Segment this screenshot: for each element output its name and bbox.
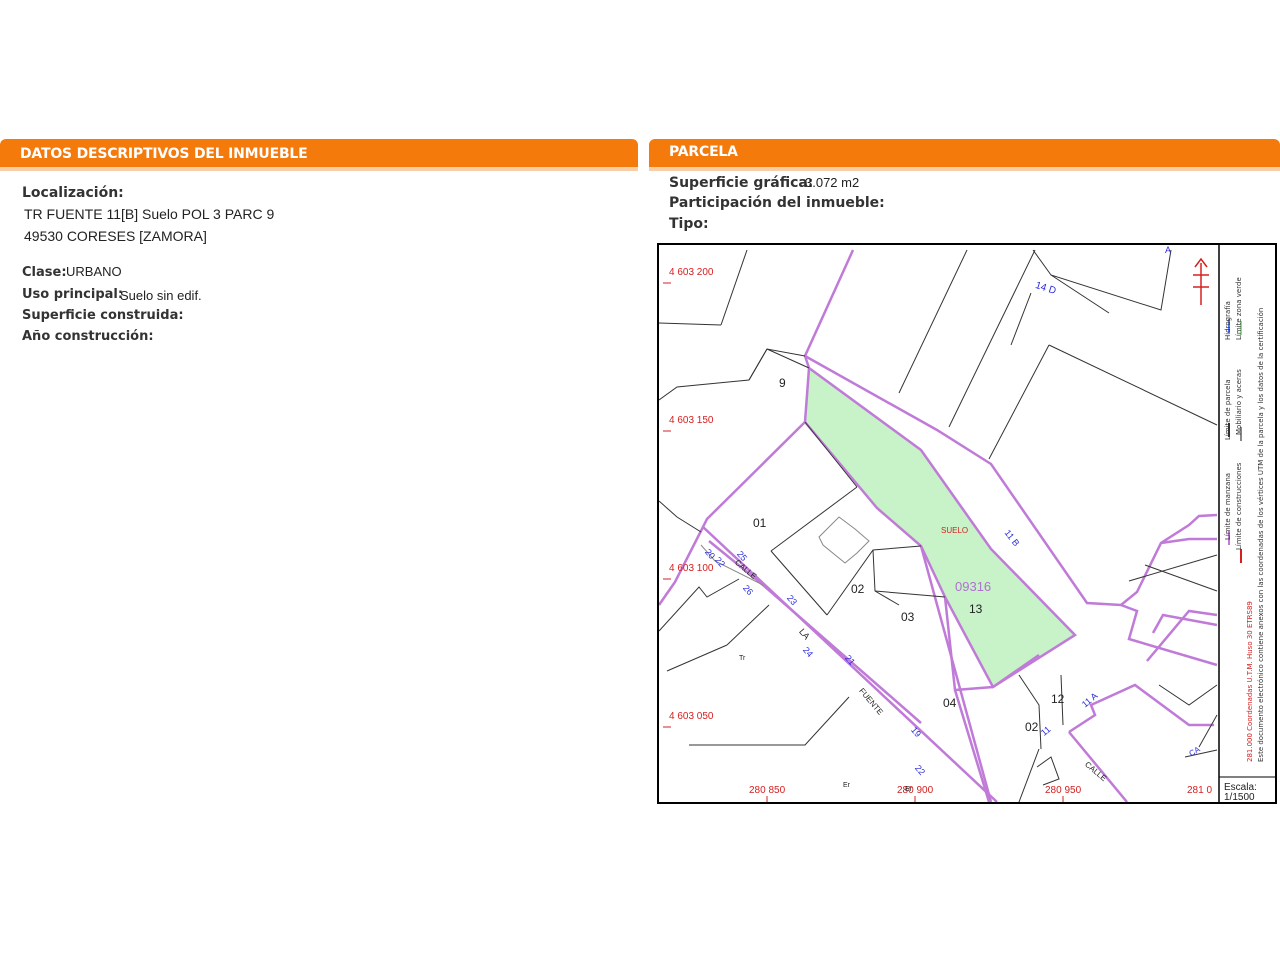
parcel-label-02b: 02 bbox=[1025, 720, 1039, 734]
map-label-er-2: Er bbox=[905, 786, 912, 793]
superficie-grafica-value: 3.072 m2 bbox=[805, 175, 860, 190]
x-coord-4: 281 0 bbox=[1187, 785, 1213, 796]
address-line1: TR FUENTE 11[B] Suelo POL 3 PARC 9 bbox=[24, 206, 275, 222]
map-label-er: Er bbox=[843, 782, 850, 789]
north-arrow-icon bbox=[1193, 257, 1209, 305]
coord-ticks bbox=[663, 282, 1064, 802]
descriptive-data-header: DATOS DESCRIPTIVOS DEL INMUEBLE bbox=[0, 139, 638, 167]
map-label-tr: Tr bbox=[739, 655, 746, 662]
localizacion-label: Localización: bbox=[22, 185, 124, 201]
map-label-a: A bbox=[1165, 245, 1172, 255]
parcel-label-9: 9 bbox=[779, 376, 786, 390]
superficie-construida-label: Superficie construida: bbox=[22, 308, 184, 323]
legend-manzana: Límite de manzana bbox=[1224, 472, 1232, 540]
y-coord-4: 4 603 050 bbox=[669, 711, 714, 722]
parcel-label-03: 03 bbox=[901, 610, 915, 624]
tipo-label: Tipo: bbox=[669, 216, 709, 232]
parcel-label-12: 12 bbox=[1051, 692, 1065, 706]
header-underline bbox=[0, 167, 638, 171]
map-canvas bbox=[659, 245, 1275, 802]
parcela-title: PARCELA bbox=[669, 144, 738, 160]
parcel-id: 09316 bbox=[955, 579, 992, 594]
legend-mobiliario: Mobiliario y aceras bbox=[1235, 369, 1243, 435]
legend-construcciones: Límite de construcciones bbox=[1235, 462, 1243, 550]
y-coord-1: 4 603 200 bbox=[669, 267, 714, 278]
parcel-label-02: 02 bbox=[851, 582, 865, 596]
x-coord-1: 280 850 bbox=[749, 785, 786, 796]
parcela-header: PARCELA bbox=[649, 139, 1280, 167]
anio-construccion-label: Año construcción: bbox=[22, 329, 154, 344]
clase-label: Clase: bbox=[22, 265, 67, 280]
uso-value: Suelo sin edif. bbox=[120, 288, 202, 303]
legend-hidrografia: Hidrografía bbox=[1224, 301, 1232, 340]
parcel-label-01: 01 bbox=[753, 516, 767, 530]
legend-parcela: Límite de parcela bbox=[1224, 379, 1232, 440]
legend-zona-verde: Límite zona verde bbox=[1235, 277, 1243, 340]
legend-block: Límite de manzana Límite de parcela Hidr… bbox=[1222, 250, 1274, 770]
construction-outline bbox=[700, 516, 870, 586]
y-coord-3: 4 603 100 bbox=[669, 563, 714, 574]
participacion-label: Participación del inmueble: bbox=[669, 195, 885, 211]
header-underline-right bbox=[649, 167, 1280, 171]
y-coord-2: 4 603 150 bbox=[669, 415, 714, 426]
x-coord-2: 280 900 bbox=[897, 785, 934, 796]
parcel-label-04: 04 bbox=[943, 696, 957, 710]
parcel-number: 13 bbox=[969, 602, 983, 616]
superficie-grafica-label: Superficie gráfica: bbox=[669, 175, 814, 191]
uso-label: Uso principal: bbox=[22, 287, 124, 302]
descriptive-data-title: DATOS DESCRIPTIVOS DEL INMUEBLE bbox=[20, 146, 308, 162]
scale-value: 1/1500 bbox=[1224, 792, 1255, 803]
legend-doc-note: Este documento electrónico contiene anex… bbox=[1257, 307, 1265, 762]
suelo-label: SUELO bbox=[941, 526, 969, 535]
x-coord-3: 280 950 bbox=[1045, 785, 1082, 796]
address-line2: 49530 CORESES [ZAMORA] bbox=[24, 228, 207, 244]
clase-value: URBANO bbox=[66, 264, 122, 279]
cadastral-map[interactable]: 4 603 200 4 603 150 4 603 100 4 603 050 … bbox=[657, 243, 1277, 804]
legend-coords-note: 281.000 Coordenadas U.T.M. Huso 30 ETRS8… bbox=[1246, 601, 1254, 762]
